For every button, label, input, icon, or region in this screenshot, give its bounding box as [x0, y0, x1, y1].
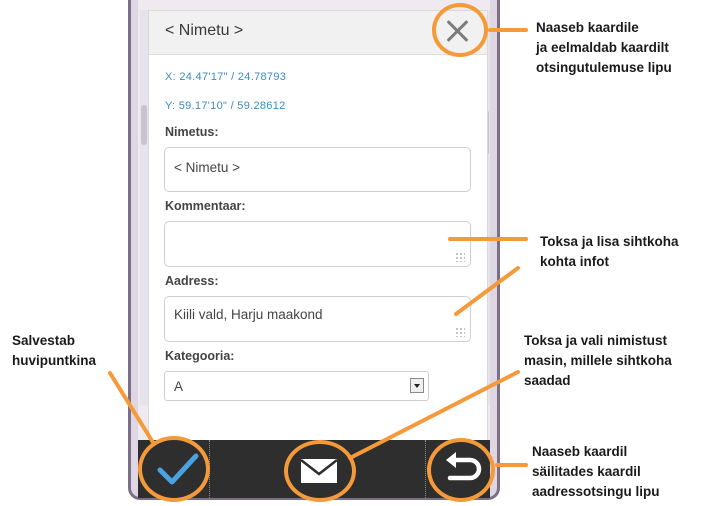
callout-text: huvipuntkina	[12, 353, 96, 368]
callout-back: Naaseb kaardil säilitades kaardil aadres…	[532, 442, 660, 502]
callout-text: saadad	[524, 373, 571, 388]
callout-text: otsingutulemuse lipu	[536, 60, 672, 75]
callout-text: masin, millele sihtkoha	[524, 353, 672, 368]
callout-text: Toksa ja vali nimistust	[524, 333, 668, 348]
callout-text: Naaseb kaardil	[532, 444, 628, 459]
callout-text: aadressotsingu lipu	[532, 484, 660, 499]
callout-text: Naaseb kaardile	[536, 20, 639, 35]
callout-text: kohta infot	[540, 254, 609, 269]
callout-save: Salvestab huvipuntkina	[12, 331, 96, 371]
callout-text: säilitades kaardil	[532, 464, 641, 479]
callout-close: Naaseb kaardile ja eelmaldab kaardilt ot…	[536, 18, 672, 78]
callout-info: Toksa ja lisa sihtkoha kohta infot	[540, 232, 679, 272]
callout-text: Salvestab	[12, 333, 76, 348]
callout-text: Toksa ja lisa sihtkoha	[540, 234, 679, 249]
callout-machine: Toksa ja vali nimistust masin, millele s…	[524, 331, 672, 391]
callout-text: ja eelmaldab kaardilt	[536, 40, 669, 55]
